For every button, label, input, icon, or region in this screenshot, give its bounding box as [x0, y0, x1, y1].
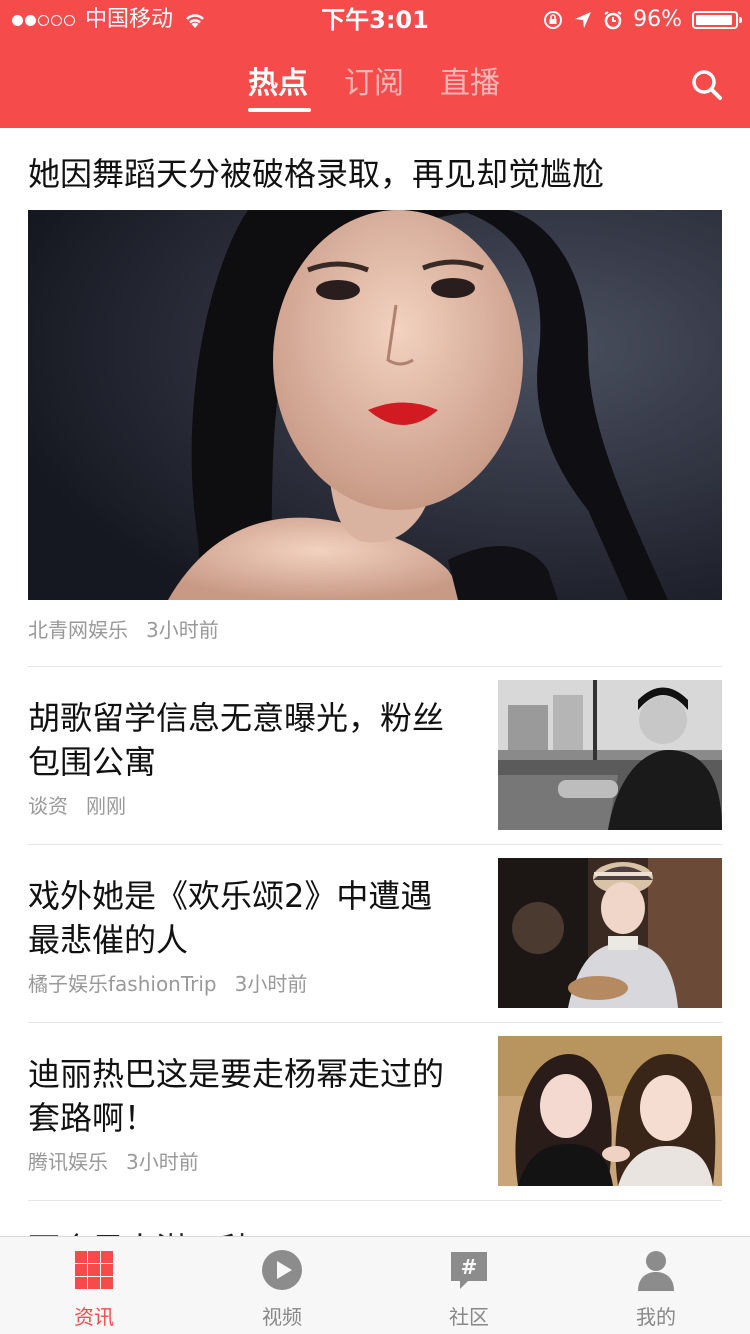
tab-hot[interactable]: 热点	[248, 62, 308, 106]
tab-community[interactable]: # 社区	[375, 1237, 563, 1334]
article-title-line[interactable]: 套路啊！	[28, 1096, 156, 1140]
battery-percent: 96%	[633, 7, 682, 32]
article-time: 刚刚	[86, 794, 126, 818]
tab-video[interactable]: 视频	[188, 1237, 376, 1334]
play-icon	[262, 1250, 302, 1290]
top-tabs: 热点 订阅 直播	[0, 56, 750, 116]
location-icon	[575, 12, 592, 28]
tab-label: 社区	[449, 1305, 489, 1329]
article-source: 谈资	[28, 794, 68, 818]
tab-label: 我的	[636, 1305, 676, 1329]
featured-photo[interactable]	[28, 210, 722, 600]
divider	[28, 844, 722, 845]
article-title-line[interactable]: 戏外她是《欢乐颂2》中遭遇	[28, 874, 432, 918]
article-title-line[interactable]: 胡歌留学信息无意曝光，粉丝	[28, 696, 444, 740]
article-title-line[interactable]: 包围公寓	[28, 740, 156, 784]
alarm-icon	[604, 11, 622, 30]
search-icon[interactable]	[690, 68, 724, 102]
article-time: 3小时前	[126, 1150, 199, 1174]
divider	[28, 1200, 722, 1201]
bottom-tab-bar: 资讯 视频 # 社区 我的	[0, 1236, 750, 1334]
grid-icon	[75, 1251, 113, 1289]
featured-title[interactable]: 她因舞蹈天分被破格录取，再见却觉尴尬	[28, 152, 604, 196]
article-thumbnail[interactable]	[498, 858, 722, 1008]
article-meta: 谈资 刚刚	[28, 790, 126, 819]
header-bar: 中国移动 下午3:01 96% 热点 订阅 直播	[0, 0, 750, 128]
article-thumbnail[interactable]	[498, 680, 722, 830]
active-tab-indicator	[248, 108, 311, 112]
divider	[28, 666, 722, 667]
tab-profile[interactable]: 我的	[562, 1237, 750, 1334]
battery-icon	[692, 11, 742, 29]
app-screen: 中国移动 下午3:01 96% 热点 订阅 直播 她因舞蹈天分被破格录取，再见却…	[0, 0, 750, 1334]
article-source: 北青网娱乐	[28, 618, 128, 642]
article-title-line[interactable]: 最悲催的人	[28, 918, 188, 962]
article-time: 3小时前	[234, 972, 308, 996]
tab-subscribe[interactable]: 订阅	[344, 62, 404, 106]
divider	[28, 1022, 722, 1023]
article-thumbnail[interactable]	[498, 1036, 722, 1186]
hashtag-chat-icon: #	[451, 1252, 487, 1289]
rotation-lock-icon	[544, 11, 563, 29]
article-meta: 腾讯娱乐 3小时前	[28, 1146, 199, 1175]
featured-meta: 北青网娱乐 3小时前	[28, 614, 219, 643]
svg-text:#: #	[461, 1255, 478, 1279]
article-time: 3小时前	[146, 618, 219, 642]
status-right: 96%	[543, 0, 742, 40]
status-bar: 中国移动 下午3:01 96%	[0, 0, 750, 40]
article-source: 腾讯娱乐	[28, 1150, 108, 1174]
tab-live[interactable]: 直播	[440, 62, 500, 106]
tab-label: 视频	[262, 1305, 302, 1329]
person-icon	[638, 1251, 674, 1291]
article-title-line[interactable]: 迪丽热巴这是要走杨幂走过的	[28, 1052, 444, 1096]
tab-label: 资讯	[74, 1305, 114, 1329]
tab-news[interactable]: 资讯	[0, 1237, 188, 1334]
article-source: 橘子娱乐fashionTrip	[28, 972, 217, 996]
article-meta: 橘子娱乐fashionTrip 3小时前	[28, 968, 307, 997]
